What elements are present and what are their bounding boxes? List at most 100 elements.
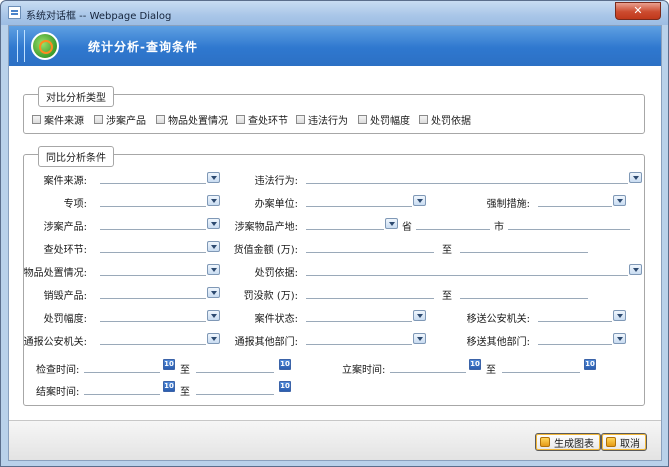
province-unit: 省 [402, 222, 412, 233]
check-time-to-text: 至 [180, 365, 190, 376]
calendar-icon[interactable]: 10 [163, 381, 175, 392]
close-time-label: 结案时间: [36, 387, 80, 398]
chevron-down-icon[interactable] [207, 287, 220, 298]
close-time-end-input[interactable] [196, 382, 274, 395]
origin-label: 涉案物品产地: [234, 222, 298, 233]
violation-select[interactable] [306, 171, 628, 184]
calendar-icon[interactable]: 10 [469, 359, 481, 370]
notify-police-select[interactable] [100, 332, 206, 345]
chevron-down-icon[interactable] [613, 310, 626, 321]
filing-time-start-input[interactable] [390, 360, 466, 373]
calendar-icon[interactable]: 10 [584, 359, 596, 370]
case-source-label: 案件来源: [43, 176, 87, 187]
checkbox-box[interactable] [236, 115, 245, 124]
checkbox-disposal[interactable]: 物品处置情况 [156, 112, 228, 127]
city-unit: 市 [494, 222, 504, 233]
chevron-down-icon[interactable] [207, 241, 220, 252]
chevron-down-icon[interactable] [207, 310, 220, 321]
product-label: 涉案产品: [43, 222, 87, 233]
filing-time-to-text: 至 [486, 365, 496, 376]
filing-time-label: 立案时间: [342, 365, 386, 376]
goods-value-from-input[interactable] [306, 240, 434, 253]
chevron-down-icon[interactable] [613, 333, 626, 344]
notify-other-label: 通报其他部门: [234, 337, 298, 348]
stage-label: 查处环节: [43, 245, 87, 256]
penalty-range-select[interactable] [100, 309, 206, 322]
transfer-other-label: 移送其他部门: [466, 337, 530, 348]
checkbox-box[interactable] [94, 115, 103, 124]
checkbox-case-source[interactable]: 案件来源 [32, 112, 84, 127]
cancel-label: 取消 [620, 438, 640, 450]
dialog-footer: 生成图表 取消 [9, 420, 661, 460]
transfer-other-select[interactable] [538, 332, 612, 345]
generate-chart-button[interactable]: 生成图表 [535, 433, 601, 451]
handling-unit-select[interactable] [306, 194, 412, 207]
checkbox-box[interactable] [419, 115, 428, 124]
chevron-down-icon[interactable] [207, 195, 220, 206]
checkbox-penalty-range[interactable]: 处罚幅度 [358, 112, 410, 127]
handling-unit-label: 办案单位: [254, 199, 298, 210]
check-time-end-input[interactable] [196, 360, 274, 373]
origin-province-select[interactable] [306, 217, 384, 230]
cancel-button[interactable]: 取消 [601, 433, 647, 451]
destroyed-select[interactable] [100, 286, 206, 299]
checkbox-stage[interactable]: 查处环节 [236, 112, 288, 127]
chevron-down-icon[interactable] [207, 264, 220, 275]
chevron-down-icon[interactable] [413, 333, 426, 344]
fine-to-text: 至 [442, 291, 452, 302]
form-area: 对比分析类型 案件来源 涉案产品 物品处置情况 查处环节 违法行为 处罚幅度 处… [9, 66, 661, 460]
conditions-legend: 同比分析条件 [38, 146, 114, 167]
special-select[interactable] [100, 194, 206, 207]
chevron-down-icon[interactable] [413, 195, 426, 206]
chevron-down-icon[interactable] [629, 264, 642, 275]
close-button[interactable]: ✕ [615, 2, 661, 20]
checkbox-product[interactable]: 涉案产品 [94, 112, 146, 127]
enforcement-select[interactable] [538, 194, 612, 207]
check-time-start-input[interactable] [84, 360, 160, 373]
disposal-select[interactable] [100, 263, 206, 276]
filing-time-end-input[interactable] [502, 360, 580, 373]
page-title: 统计分析-查询条件 [88, 40, 198, 54]
chevron-down-icon[interactable] [207, 333, 220, 344]
title-bar: 系统对话框 -- Webpage Dialog ✕ [1, 1, 668, 25]
fine-from-input[interactable] [306, 286, 434, 299]
close-time-to-text: 至 [180, 387, 190, 398]
case-status-select[interactable] [306, 309, 412, 322]
checkbox-box[interactable] [358, 115, 367, 124]
chevron-down-icon[interactable] [207, 218, 220, 229]
header-banner: 统计分析-查询条件 [9, 26, 661, 66]
checkbox-violation[interactable]: 违法行为 [296, 112, 348, 127]
stage-select[interactable] [100, 240, 206, 253]
case-status-label: 案件状态: [254, 314, 298, 325]
goods-value-label: 货值金额 (万): [233, 245, 298, 256]
origin-city-input[interactable] [416, 217, 490, 230]
chevron-down-icon[interactable] [385, 218, 398, 229]
page-icon [8, 6, 21, 19]
penalty-basis-label: 处罚依据: [254, 268, 298, 279]
fine-to-input[interactable] [460, 286, 588, 299]
penalty-range-label: 处罚幅度: [43, 314, 87, 325]
goods-value-to-input[interactable] [460, 240, 588, 253]
compare-type-legend: 对比分析类型 [38, 86, 114, 107]
chevron-down-icon[interactable] [207, 172, 220, 183]
chevron-down-icon[interactable] [613, 195, 626, 206]
calendar-icon[interactable]: 10 [279, 359, 291, 370]
origin-detail-input[interactable] [508, 217, 630, 230]
chevron-down-icon[interactable] [629, 172, 642, 183]
compare-type-group: 对比分析类型 案件来源 涉案产品 物品处置情况 查处环节 违法行为 处罚幅度 处… [23, 86, 645, 134]
disposal-label: 物品处置情况: [23, 268, 87, 279]
cancel-icon [606, 437, 616, 447]
calendar-icon[interactable]: 10 [163, 359, 175, 370]
close-time-start-input[interactable] [84, 382, 160, 395]
chevron-down-icon[interactable] [413, 310, 426, 321]
case-source-select[interactable] [100, 171, 206, 184]
checkbox-penalty-basis[interactable]: 处罚依据 [419, 112, 471, 127]
checkbox-box[interactable] [156, 115, 165, 124]
calendar-icon[interactable]: 10 [279, 381, 291, 392]
transfer-police-select[interactable] [538, 309, 612, 322]
checkbox-box[interactable] [32, 115, 41, 124]
notify-other-select[interactable] [306, 332, 412, 345]
penalty-basis-select[interactable] [306, 263, 628, 276]
product-select[interactable] [100, 217, 206, 230]
checkbox-box[interactable] [296, 115, 305, 124]
